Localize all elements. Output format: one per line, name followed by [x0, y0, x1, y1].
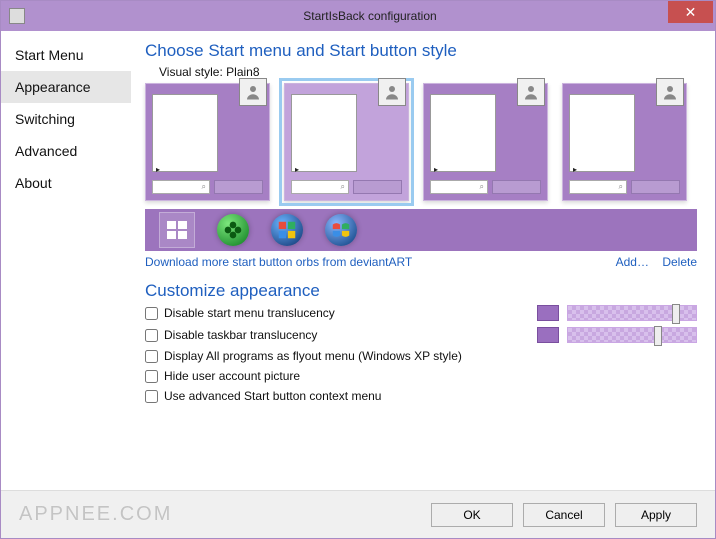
chevron-right-icon: ▸	[295, 165, 299, 174]
user-avatar-icon	[378, 78, 406, 106]
checkbox-flyout-menu[interactable]	[145, 350, 158, 363]
orb-windows-colored[interactable]	[271, 214, 303, 246]
option-label: Hide user account picture	[164, 369, 300, 383]
sidebar-item-start-menu[interactable]: Start Menu	[1, 39, 131, 71]
thumb-menu-panel	[291, 94, 357, 172]
add-orb-link[interactable]: Add…	[616, 255, 649, 269]
style-thumbnails: ▸ ⌕ ▸ ⌕ ▸ ⌕ ▸ ⌕	[145, 83, 697, 201]
style-thumb-3[interactable]: ▸ ⌕	[423, 83, 548, 201]
visual-style-label: Visual style: Plain8	[159, 65, 697, 79]
thumb-menu-panel	[430, 94, 496, 172]
download-orbs-link[interactable]: Download more start button orbs from dev…	[145, 255, 412, 269]
option-label: Disable start menu translucency	[164, 306, 335, 320]
option-row: Disable start menu translucency	[145, 305, 697, 321]
app-icon	[9, 8, 25, 24]
sidebar-item-appearance[interactable]: Appearance	[1, 71, 131, 103]
slider-thumb[interactable]	[654, 326, 662, 346]
cancel-button[interactable]: Cancel	[523, 503, 605, 527]
option-label: Use advanced Start button context menu	[164, 389, 381, 403]
apply-button[interactable]: Apply	[615, 503, 697, 527]
dialog-button-row: OK Cancel Apply	[1, 490, 715, 538]
ok-button[interactable]: OK	[431, 503, 513, 527]
shutdown-button-preview	[631, 180, 680, 194]
orb-selector-bar	[145, 209, 697, 251]
sidebar-item-switching[interactable]: Switching	[1, 103, 131, 135]
search-icon: ⌕	[569, 180, 627, 194]
sidebar-item-advanced[interactable]: Advanced	[1, 135, 131, 167]
style-section-header: Choose Start menu and Start button style	[145, 41, 697, 61]
option-row: Disable taskbar translucency	[145, 327, 697, 343]
chevron-right-icon: ▸	[434, 165, 438, 174]
thumb-menu-panel	[152, 94, 218, 172]
orb-windows-flat[interactable]	[159, 212, 195, 248]
main-panel: Choose Start menu and Start button style…	[131, 31, 715, 490]
close-button[interactable]	[668, 1, 713, 23]
checkbox-disable-taskbar-translucency[interactable]	[145, 329, 158, 342]
orb-clover[interactable]	[217, 214, 249, 246]
sidebar-item-about[interactable]: About	[1, 167, 131, 199]
options-group: Disable start menu translucency Disable …	[145, 305, 697, 403]
search-icon: ⌕	[291, 180, 349, 194]
option-row: Use advanced Start button context menu	[145, 389, 697, 403]
checkbox-hide-user-picture[interactable]	[145, 370, 158, 383]
checkbox-advanced-context-menu[interactable]	[145, 390, 158, 403]
customize-section-header: Customize appearance	[145, 281, 697, 301]
thumb-menu-panel	[569, 94, 635, 172]
sidebar: Start Menu Appearance Switching Advanced…	[1, 31, 131, 490]
option-label: Display All programs as flyout menu (Win…	[164, 349, 462, 363]
search-icon: ⌕	[430, 180, 488, 194]
slider-thumb[interactable]	[672, 304, 680, 324]
style-thumb-4[interactable]: ▸ ⌕	[562, 83, 687, 201]
startmenu-translucency-slider[interactable]	[567, 305, 697, 321]
chevron-right-icon: ▸	[156, 165, 160, 174]
shutdown-button-preview	[214, 180, 263, 194]
orb-windows-7[interactable]	[325, 214, 357, 246]
checkbox-disable-startmenu-translucency[interactable]	[145, 307, 158, 320]
delete-orb-link[interactable]: Delete	[662, 255, 697, 269]
style-thumb-1[interactable]: ▸ ⌕	[145, 83, 270, 201]
user-avatar-icon	[517, 78, 545, 106]
window-title: StartIsBack configuration	[25, 9, 715, 23]
search-icon: ⌕	[152, 180, 210, 194]
style-thumb-2[interactable]: ▸ ⌕	[284, 83, 409, 201]
orb-links-row: Download more start button orbs from dev…	[145, 255, 697, 269]
option-row: Display All programs as flyout menu (Win…	[145, 349, 697, 363]
startmenu-color-swatch[interactable]	[537, 305, 559, 321]
option-label: Disable taskbar translucency	[164, 328, 317, 342]
shutdown-button-preview	[353, 180, 402, 194]
chevron-right-icon: ▸	[573, 165, 577, 174]
taskbar-translucency-slider[interactable]	[567, 327, 697, 343]
user-avatar-icon	[239, 78, 267, 106]
option-row: Hide user account picture	[145, 369, 697, 383]
user-avatar-icon	[656, 78, 684, 106]
taskbar-color-swatch[interactable]	[537, 327, 559, 343]
titlebar: StartIsBack configuration	[1, 1, 715, 31]
shutdown-button-preview	[492, 180, 541, 194]
